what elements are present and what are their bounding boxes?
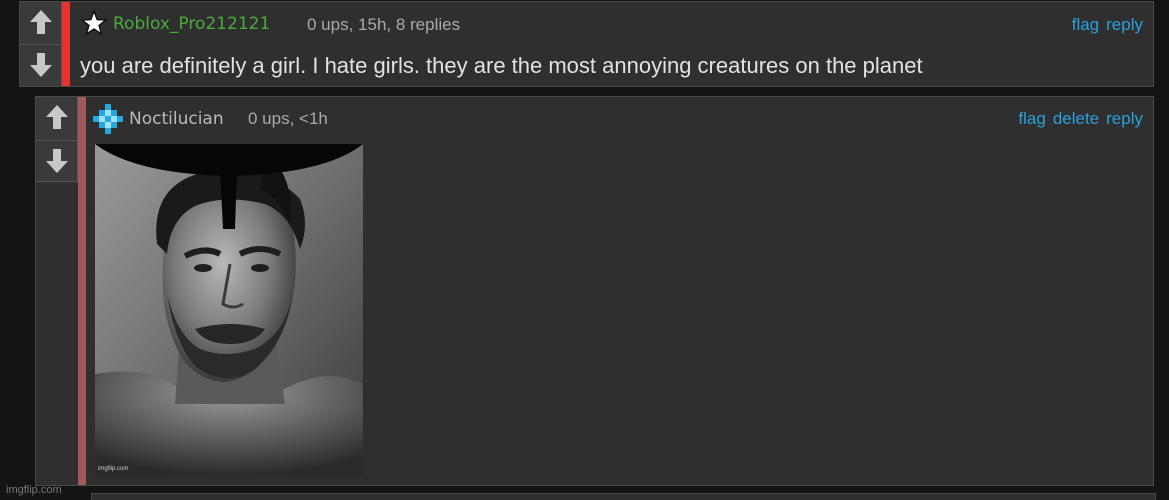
downvote-button[interactable] bbox=[36, 140, 78, 180]
comment-thread: Roblox_Pro212121 0 ups, 15h, 8 replies f… bbox=[0, 0, 1169, 500]
downvote-button[interactable] bbox=[20, 44, 62, 84]
arrow-down-icon bbox=[30, 52, 52, 77]
upvote-button[interactable] bbox=[20, 2, 62, 42]
comment: Roblox_Pro212121 0 ups, 15h, 8 replies f… bbox=[19, 1, 1154, 87]
image-watermark: imgflip.com bbox=[98, 466, 128, 472]
comment-meta: 0 ups, <1h bbox=[248, 109, 328, 128]
reply-link[interactable]: reply bbox=[1106, 109, 1143, 129]
arrow-up-icon bbox=[30, 10, 52, 34]
delete-link[interactable]: delete bbox=[1053, 109, 1099, 129]
upvote-button[interactable] bbox=[36, 97, 78, 137]
comment-text: you are definitely a girl. I hate girls.… bbox=[80, 53, 923, 78]
arrow-up-icon bbox=[46, 105, 68, 129]
flag-link[interactable]: flag bbox=[1072, 15, 1099, 35]
comment-username[interactable]: Roblox_Pro212121 bbox=[113, 14, 270, 34]
comment-actions: flag reply bbox=[1072, 15, 1143, 35]
vote-column bbox=[36, 97, 78, 182]
comment-meta: 0 ups, 15h, 8 replies bbox=[307, 15, 461, 34]
comment-stripe bbox=[78, 97, 86, 485]
flag-link[interactable]: flag bbox=[1018, 109, 1045, 129]
vote-column bbox=[20, 2, 62, 86]
imgflip-watermark: imgflip.com bbox=[6, 484, 62, 496]
comment-stripe bbox=[62, 2, 70, 86]
comment: Noctilucian 0 ups, <1h flag delete reply bbox=[35, 96, 1154, 486]
reply-link[interactable]: reply bbox=[1106, 15, 1143, 35]
star-icon bbox=[81, 10, 107, 36]
next-comment-edge bbox=[91, 493, 1156, 500]
comment-actions: flag delete reply bbox=[1018, 109, 1143, 129]
comment-image[interactable]: imgflip.com bbox=[95, 144, 363, 476]
pixel-diamond-icon bbox=[93, 104, 123, 134]
comment-username[interactable]: Noctilucian bbox=[129, 109, 224, 129]
arrow-down-icon bbox=[46, 148, 68, 173]
